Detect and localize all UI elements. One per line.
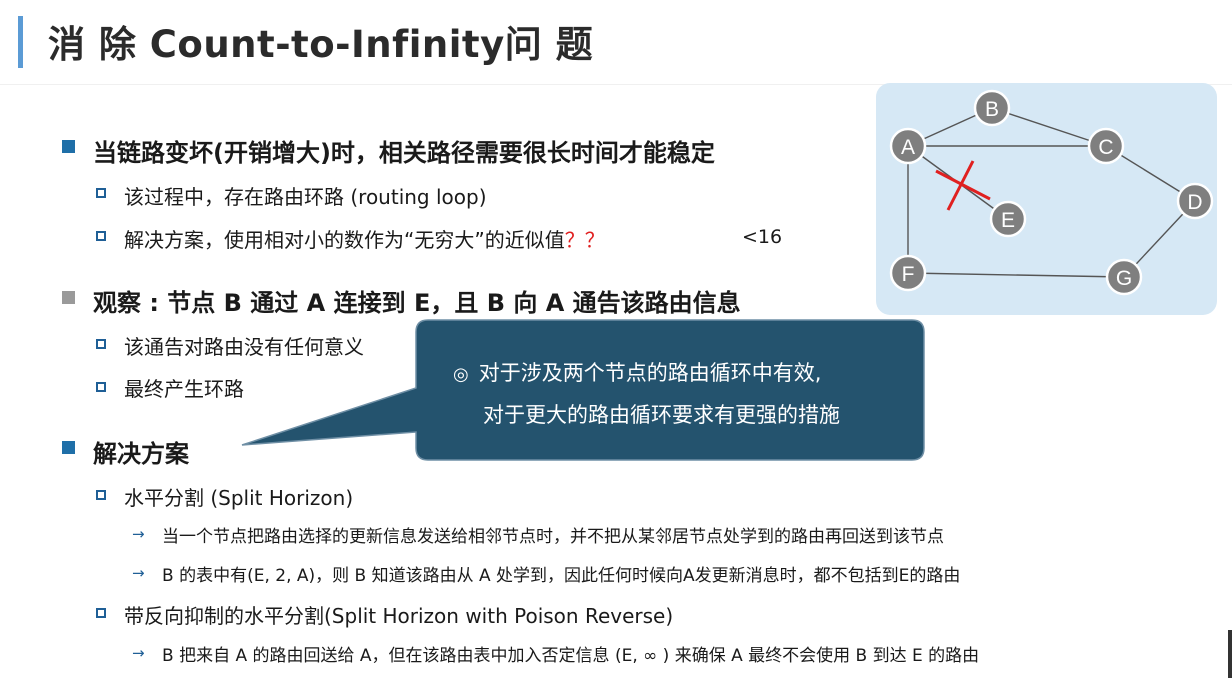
hollow-bullet-icon <box>96 188 106 198</box>
node-g-label: G <box>1116 267 1132 290</box>
detail-split-horizon-example: B 的表中有(E, 2, A)，则 B 知道该路由从 A 处学到，因此任何时候向… <box>162 566 961 586</box>
node-d-label: D <box>1187 191 1202 214</box>
bullet-square-icon <box>62 291 75 304</box>
bullet-square-icon <box>62 140 75 153</box>
node-e: E <box>989 200 1027 238</box>
point-unstable-links: 当链路变坏(开销增大)时，相关路径需要很长时间才能稳定 <box>93 139 715 167</box>
hollow-bullet-icon <box>96 608 106 618</box>
hollow-bullet-icon <box>96 339 106 349</box>
callout-line-1: ◎ 对于涉及两个节点的路由循环中有效, <box>453 357 821 387</box>
node-b-label: B <box>985 98 999 121</box>
callout-line-2: 对于更大的路由循环要求有更强的措施 <box>483 403 840 427</box>
callout-line-1-text: 对于涉及两个节点的路由循环中有效, <box>478 361 822 385</box>
subpoint-routing-loop: 该过程中，存在路由环路 (routing loop) <box>124 185 487 209</box>
callout-bubble <box>241 319 925 461</box>
broken-link-cross-icon <box>935 160 991 211</box>
scrollbar-edge <box>1228 630 1232 678</box>
network-graph-panel: A B C D E F G <box>876 83 1217 315</box>
arrow-icon: → <box>132 525 145 543</box>
node-f: F <box>889 254 927 292</box>
target-bullet-icon: ◎ <box>453 364 469 385</box>
hollow-bullet-icon <box>96 382 106 392</box>
node-g: G <box>1105 258 1143 296</box>
edge-f-g <box>907 272 1125 278</box>
subpoint-split-horizon: 水平分割 (Split Horizon) <box>124 486 354 510</box>
node-e-label: E <box>1001 209 1015 232</box>
question-marks: ？？ <box>564 228 605 252</box>
network-graph: A B C D E F G <box>889 89 1214 296</box>
hollow-bullet-icon <box>96 231 106 241</box>
detail-poison-reverse: B 把来自 A 的路由回送给 A，但在该路由表中加入否定信息 (E, ∞ ) 来… <box>162 646 980 666</box>
bullet-square-icon <box>62 441 75 454</box>
title-accent-bar <box>18 16 23 68</box>
point-solutions: 解决方案 <box>93 440 189 468</box>
node-c-label: C <box>1098 136 1113 159</box>
subpoint-infinity-approx: 解决方案，使用相对小的数作为“无穷大”的近似值？？ <box>124 224 605 253</box>
subpoint-loop-result: 最终产生环路 <box>124 377 244 401</box>
hollow-bullet-icon <box>96 490 106 500</box>
limit-annotation: <16 <box>742 226 783 248</box>
detail-split-horizon-rule: 当一个节点把路由选择的更新信息发送给相邻节点时，并不把从某邻居节点处学到的路由再… <box>162 527 944 547</box>
arrow-icon: → <box>132 564 145 582</box>
subpoint-poison-reverse: 带反向抑制的水平分割(Split Horizon with Poison Rev… <box>124 604 674 628</box>
node-a: A <box>889 127 927 165</box>
node-a-label: A <box>901 136 915 159</box>
node-b: B <box>973 89 1011 127</box>
node-c: C <box>1087 127 1125 165</box>
subpoint-infinity-text: 解决方案，使用相对小的数作为“无穷大”的近似值 <box>124 228 565 252</box>
node-f-label: F <box>902 263 915 286</box>
slide-title: 消 除 Count-to-Infinity问 题 <box>48 23 594 66</box>
arrow-icon: → <box>132 644 145 662</box>
node-d: D <box>1176 182 1214 220</box>
